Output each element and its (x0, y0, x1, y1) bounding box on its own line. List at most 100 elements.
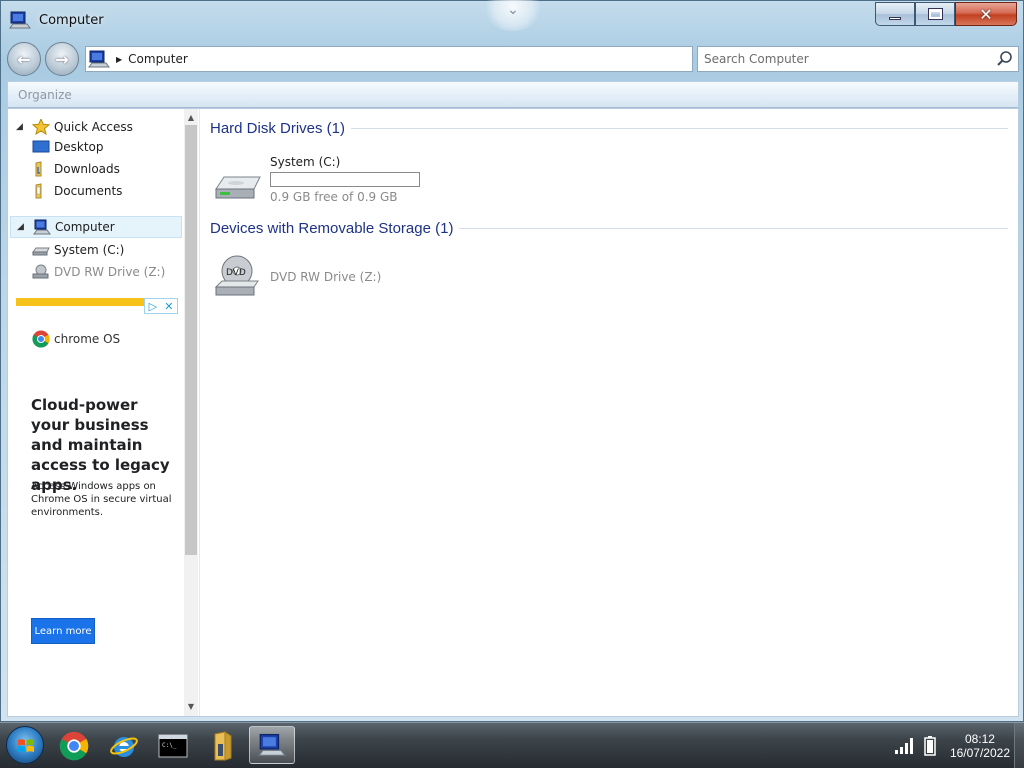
taskbar-command-prompt[interactable]: C:\_ (155, 728, 191, 764)
group-divider (351, 127, 1008, 129)
svg-text:DVD: DVD (226, 268, 246, 278)
minimize-icon (889, 16, 901, 20)
battery-icon[interactable] (924, 736, 936, 756)
taskbar-chrome[interactable] (56, 728, 92, 764)
ad-body: Access Windows apps on Chrome OS in secu… (31, 481, 172, 518)
computer-icon (88, 50, 110, 68)
scroll-down-icon[interactable]: ▼ (184, 700, 198, 714)
group-hard-disk-drives[interactable]: Hard Disk Drives (1) (210, 117, 1008, 139)
clock-date: 16/07/2022 (949, 746, 1010, 760)
taskbar: C:\_ 08:12 16/07/2022 (0, 722, 1024, 768)
drive-usage-bar (270, 172, 420, 187)
minimize-button[interactable] (875, 2, 915, 26)
ad-choices[interactable]: ▷ ✕ (144, 298, 178, 314)
maximize-button[interactable] (915, 2, 955, 26)
command-bar: Organize (7, 81, 1019, 108)
downloads-folder-icon (35, 161, 42, 177)
back-button[interactable]: ← (7, 42, 41, 76)
content-area: ◢ Quick Access Desktop Downloads Documen… (7, 108, 1019, 717)
group-divider (459, 227, 1008, 229)
maximize-icon (928, 9, 942, 19)
clock-time: 08:12 (964, 732, 995, 746)
nav-label: Documents (54, 184, 123, 198)
search-box[interactable]: Search Computer (697, 46, 1019, 72)
ad-choices-icon[interactable]: ▷ (149, 300, 157, 313)
window-title: Computer (39, 13, 104, 28)
scrollbar-thumb[interactable] (185, 125, 197, 555)
expand-arrow-icon[interactable]: ◢ (16, 122, 28, 132)
learn-more-button[interactable]: Learn more (31, 618, 95, 644)
documents-folder-icon (35, 183, 42, 199)
nav-label: Quick Access (54, 120, 133, 134)
nav-label: System (C:) (54, 243, 125, 257)
title-bar[interactable]: Computer ⌄ ✕ (1, 0, 1023, 41)
svg-text:C:\_: C:\_ (162, 742, 177, 749)
chrome-logo-icon (32, 330, 50, 348)
internet-explorer-icon (110, 737, 138, 757)
nav-label: Desktop (54, 140, 104, 154)
star-icon (32, 119, 50, 135)
nav-item-system-c[interactable]: System (C:) (10, 239, 182, 261)
computer-icon (9, 11, 31, 29)
system-tray: 08:12 16/07/2022 (894, 723, 1024, 768)
explorer-window: Computer ⌄ ✕ ← → ▶ Computer Search Compu… (0, 0, 1024, 722)
computer-icon (257, 733, 287, 757)
hard-drive-icon (215, 176, 261, 199)
organize-button[interactable]: Organize (18, 88, 72, 102)
nav-computer[interactable]: ◢ Computer (10, 216, 182, 238)
group-title: Devices with Removable Storage (1) (210, 219, 454, 237)
expand-arrow-icon[interactable]: ◢ (17, 222, 29, 232)
navigation-pane: ◢ Quick Access Desktop Downloads Documen… (8, 109, 200, 716)
dvd-drive-icon (32, 264, 49, 279)
drive-dvd-z[interactable]: DVD DVD RW Drive (Z:) (212, 253, 612, 309)
ad-brand: chrome OS (32, 330, 120, 348)
drive-system-c[interactable]: System (C:) 0.9 GB free of 0.9 GB (212, 155, 612, 211)
nav-label: DVD RW Drive (Z:) (54, 265, 166, 279)
arrow-right-icon: → (55, 49, 69, 69)
nav-item-dvd-z[interactable]: DVD RW Drive (Z:) (10, 261, 182, 283)
file-explorer-icon (214, 731, 232, 761)
nav-label: Downloads (54, 162, 120, 176)
ad-accent-strip (16, 298, 144, 306)
close-icon: ✕ (979, 4, 993, 24)
arrow-left-icon: ← (17, 49, 31, 69)
clock[interactable]: 08:12 16/07/2022 (950, 732, 1010, 760)
close-button[interactable]: ✕ (955, 2, 1017, 26)
nav-item-documents[interactable]: Documents (10, 180, 182, 202)
nav-quick-access[interactable]: ◢ Quick Access (10, 116, 182, 138)
chevron-down-icon: ⌄ (507, 2, 519, 18)
nav-item-desktop[interactable]: Desktop (10, 136, 182, 158)
taskbar-computer[interactable] (249, 726, 295, 764)
nav-scrollbar[interactable]: ▲ ▼ (184, 109, 198, 716)
forward-button[interactable]: → (45, 42, 79, 76)
ad-brand-text: chrome OS (54, 332, 121, 346)
breadcrumb-arrow-icon[interactable]: ▶ (116, 55, 122, 64)
address-bar[interactable]: ▶ Computer (85, 46, 693, 72)
start-button[interactable] (6, 726, 44, 764)
desktop-icon (32, 140, 50, 153)
nav-label: Computer (55, 220, 115, 234)
dvd-drive-icon: DVD (214, 255, 259, 296)
hard-drive-icon (32, 247, 50, 256)
nav-item-downloads[interactable]: Downloads (10, 158, 182, 180)
drive-name: System (C:) (270, 155, 341, 169)
main-pane: Hard Disk Drives (1) System (C:) 0.9 GB … (202, 109, 1018, 716)
window-controls: ✕ (875, 2, 1017, 26)
computer-icon (33, 219, 51, 235)
breadcrumb-computer[interactable]: Computer (128, 52, 188, 66)
group-removable-storage[interactable]: Devices with Removable Storage (1) (210, 217, 1008, 239)
taskbar-file-explorer[interactable] (205, 728, 241, 764)
advertisement[interactable]: ▷ ✕ chrome OS Cloud-power your business … (16, 298, 178, 658)
windows-logo-icon (18, 739, 34, 752)
network-signal-icon[interactable] (894, 737, 916, 755)
scroll-up-icon[interactable]: ▲ (184, 111, 198, 125)
drive-free-space: 0.9 GB free of 0.9 GB (270, 190, 398, 204)
command-prompt-icon: C:\_ (158, 734, 188, 758)
group-title: Hard Disk Drives (1) (210, 119, 346, 137)
search-input[interactable]: Search Computer (704, 52, 809, 66)
show-desktop-button[interactable] (1014, 723, 1024, 768)
search-icon[interactable] (996, 50, 1014, 68)
taskbar-internet-explorer[interactable] (106, 728, 142, 764)
chrome-icon (59, 731, 89, 761)
ad-close-icon[interactable]: ✕ (164, 300, 173, 313)
